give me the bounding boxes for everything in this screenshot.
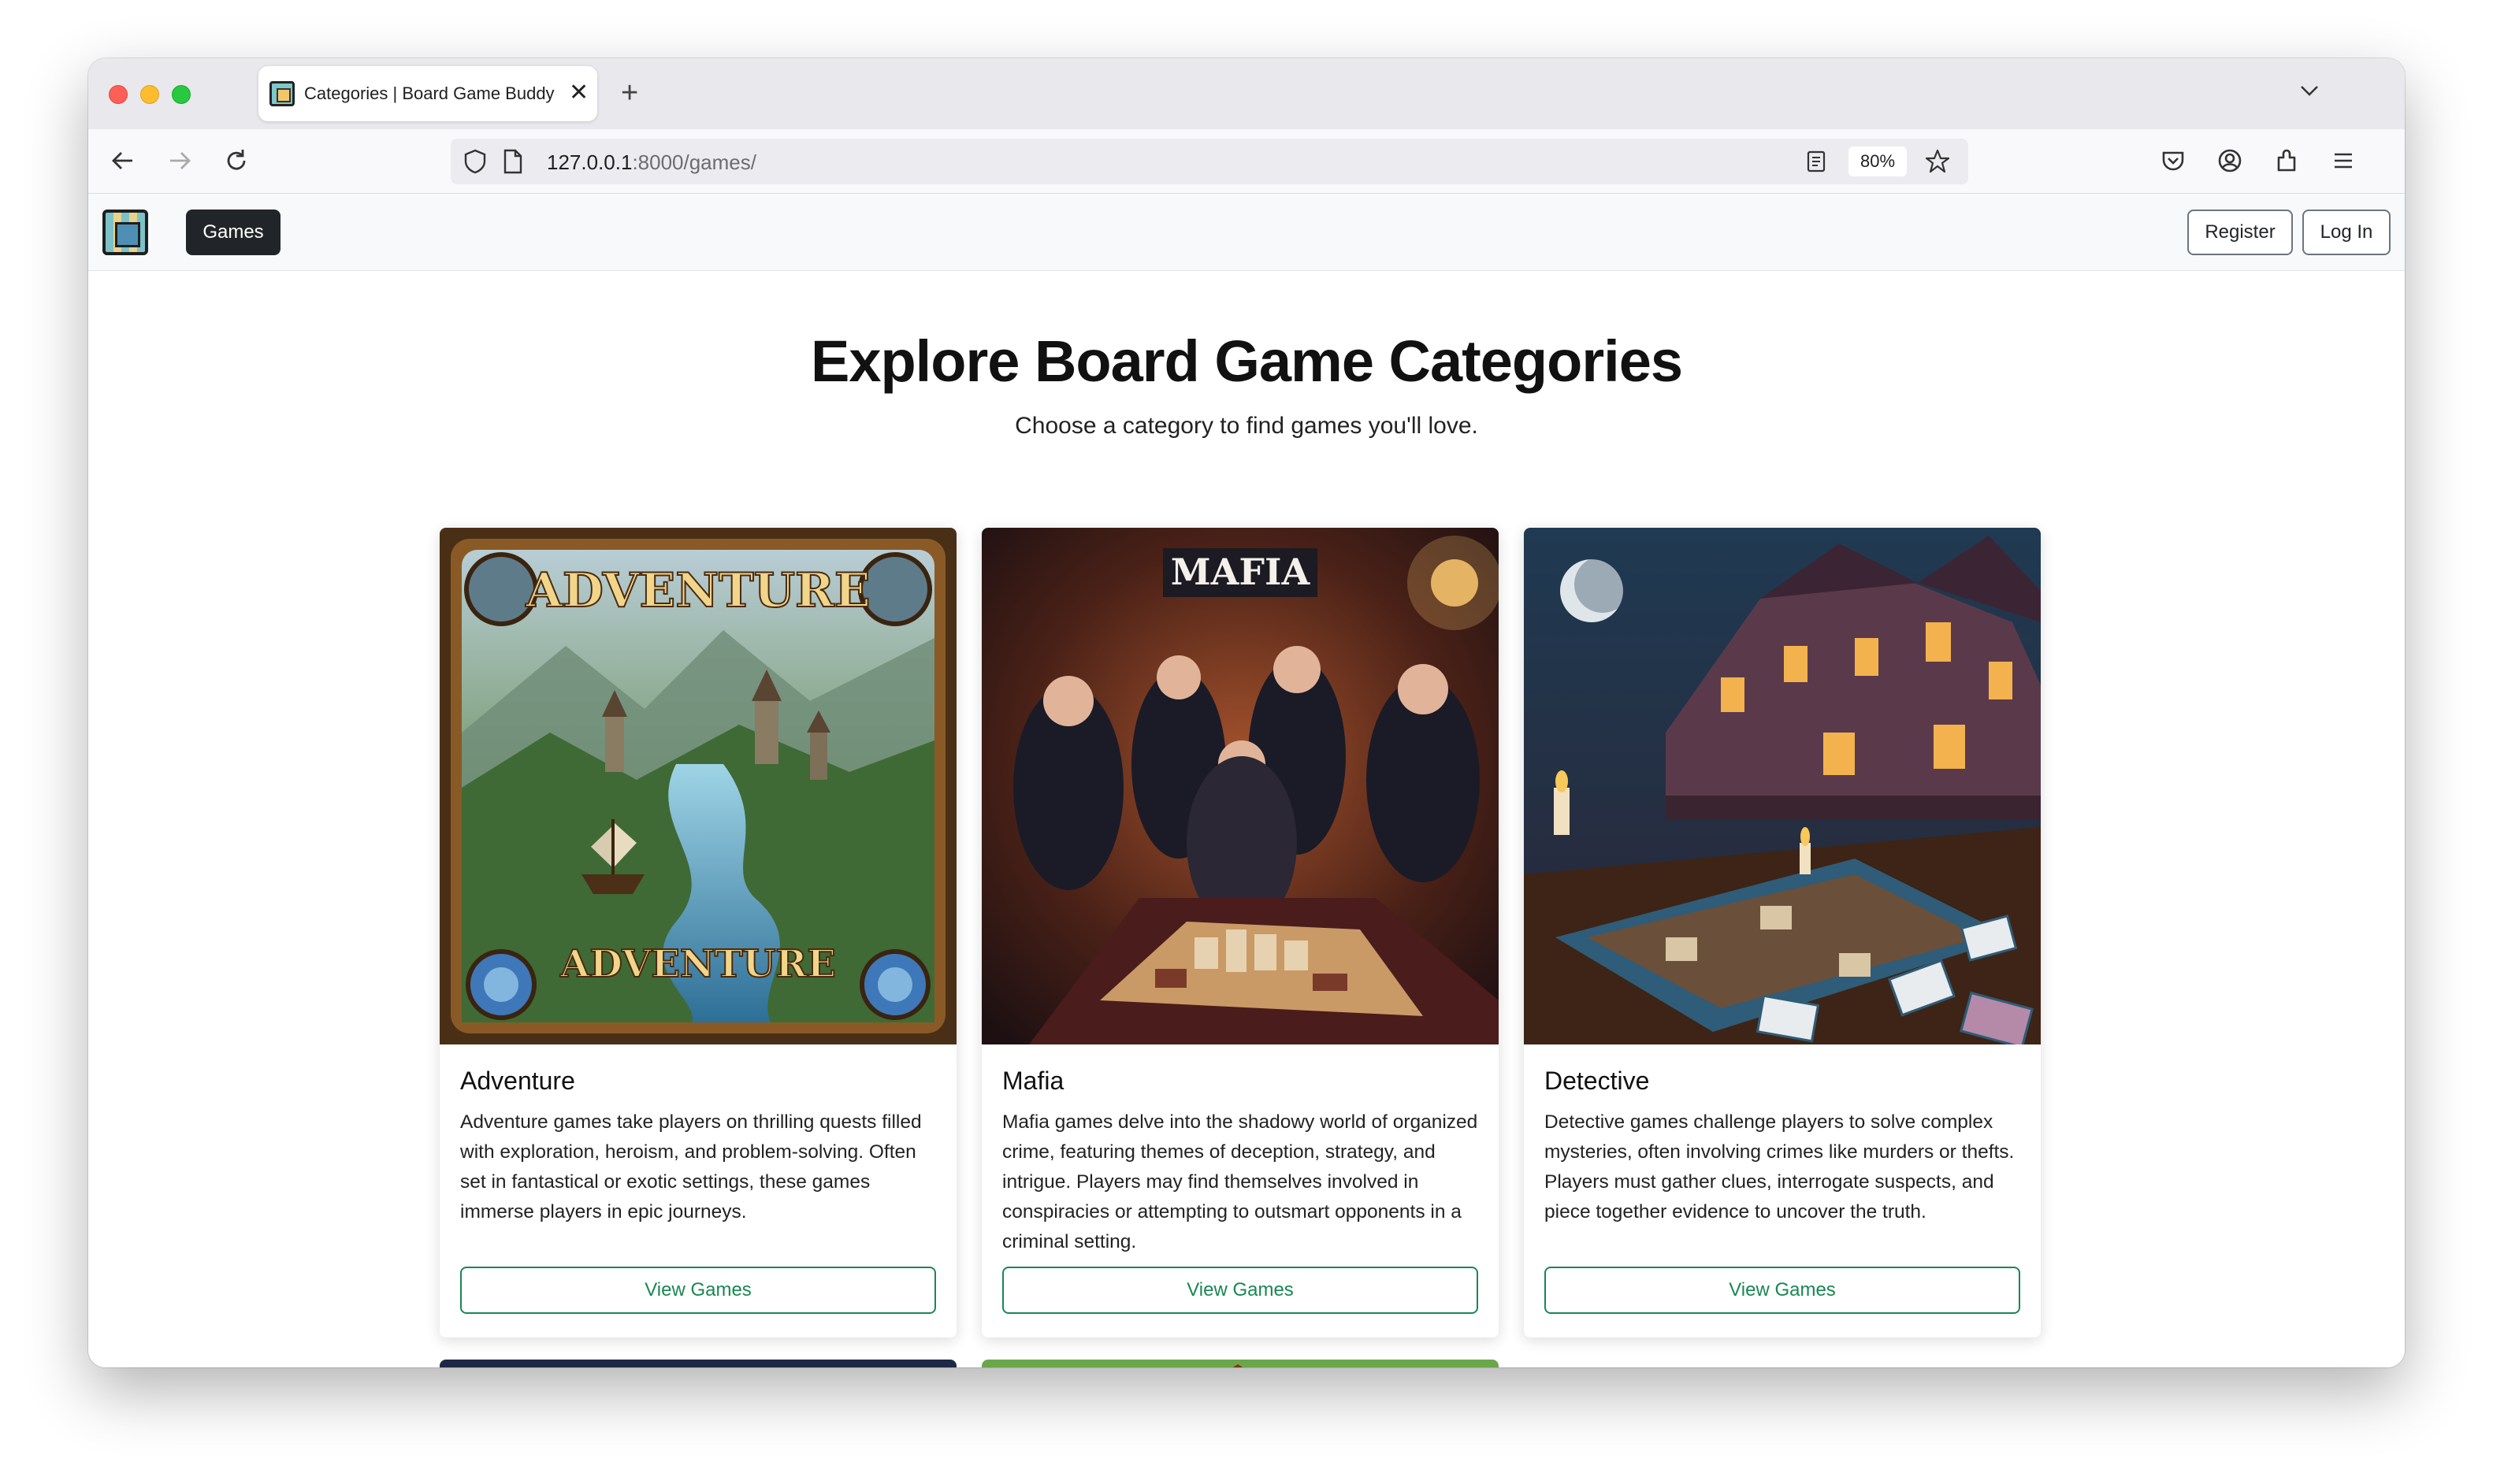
extensions-icon[interactable]: [2272, 147, 2301, 175]
url-host: 127.0.0.1: [547, 150, 633, 174]
card-description: Detective games challenge players to sol…: [1544, 1111, 2015, 1222]
games-nav-button[interactable]: Games: [186, 210, 281, 255]
minimize-window-button[interactable]: [140, 85, 159, 104]
category-card-mafia: MAFIA Mafia Mafia games delve into the s…: [982, 528, 1499, 1337]
zoom-level-badge[interactable]: 80%: [1848, 147, 1907, 176]
register-button[interactable]: Register: [2187, 210, 2293, 255]
account-icon[interactable]: [2216, 147, 2244, 175]
view-games-button-mafia[interactable]: View Games: [1002, 1267, 1478, 1314]
forward-arrow-icon[interactable]: [165, 147, 194, 175]
adventure-art-subtitle: ADVENTURE: [559, 942, 836, 986]
reload-icon[interactable]: [222, 147, 251, 175]
page-title: Explore Board Game Categories: [810, 328, 1683, 394]
back-arrow-icon[interactable]: [109, 147, 137, 175]
pocket-icon[interactable]: [2159, 147, 2187, 175]
space-cover-image[interactable]: [440, 1360, 957, 1367]
page-content: Explore Board Game Categories Choose a c…: [88, 271, 2405, 1367]
site-navbar: Games Register Log In: [88, 194, 2405, 271]
close-window-button[interactable]: [109, 85, 128, 104]
farm-cover-image[interactable]: [982, 1360, 1499, 1367]
view-games-button-detective[interactable]: View Games: [1544, 1267, 2020, 1314]
chevron-down-icon[interactable]: [2298, 79, 2321, 102]
favicon-icon: [269, 81, 295, 106]
card-description: Mafia games delve into the shadowy world…: [1002, 1111, 1478, 1252]
url-text: 127.0.0.1:8000/games/: [547, 150, 756, 175]
menu-icon[interactable]: [2329, 147, 2357, 175]
login-button[interactable]: Log In: [2302, 210, 2391, 255]
site-logo[interactable]: [102, 210, 148, 255]
bookmark-star-icon[interactable]: [1924, 148, 1951, 175]
new-tab-button[interactable]: +: [621, 76, 638, 110]
url-path: :8000/games/: [632, 150, 756, 174]
address-bar[interactable]: 127.0.0.1:8000/games/ 80%: [451, 139, 1968, 184]
card-title: Adventure: [460, 1067, 575, 1095]
mafia-art-title: MAFIA: [1171, 551, 1311, 593]
adventure-cover-image[interactable]: ADVENTURE ADVENTURE: [440, 528, 957, 1044]
category-card-partial: [982, 1360, 1499, 1367]
tab-strip: Categories | Board Game Buddy ✕ +: [88, 58, 2405, 129]
category-card-adventure: ADVENTURE ADVENTURE Adventure Adventure …: [440, 528, 957, 1337]
category-card-detective: Detective Detective games challenge play…: [1524, 528, 2041, 1337]
detective-cover-image[interactable]: [1524, 528, 2041, 1044]
page-icon: [503, 149, 522, 174]
card-description: Adventure games take players on thrillin…: [460, 1111, 922, 1222]
tab-title: Categories | Board Game Buddy: [304, 83, 555, 103]
close-tab-icon[interactable]: ✕: [569, 77, 589, 109]
maximize-window-button[interactable]: [172, 85, 191, 104]
card-title: Mafia: [1002, 1067, 1064, 1095]
shield-icon[interactable]: [462, 148, 489, 175]
view-games-button-adventure[interactable]: View Games: [460, 1267, 936, 1314]
browser-window: Categories | Board Game Buddy ✕ + 127.0.…: [88, 58, 2405, 1367]
reader-view-icon[interactable]: [1804, 150, 1828, 173]
page-subtitle: Choose a category to find games you'll l…: [1015, 413, 1478, 439]
adventure-art-title: ADVENTURE: [525, 563, 870, 618]
category-card-partial: [440, 1360, 957, 1367]
card-title: Detective: [1544, 1067, 1650, 1095]
tab-categories[interactable]: Categories | Board Game Buddy ✕: [258, 66, 597, 121]
mafia-cover-image[interactable]: MAFIA: [982, 528, 1499, 1044]
browser-toolbar: 127.0.0.1:8000/games/ 80%: [88, 129, 2405, 194]
